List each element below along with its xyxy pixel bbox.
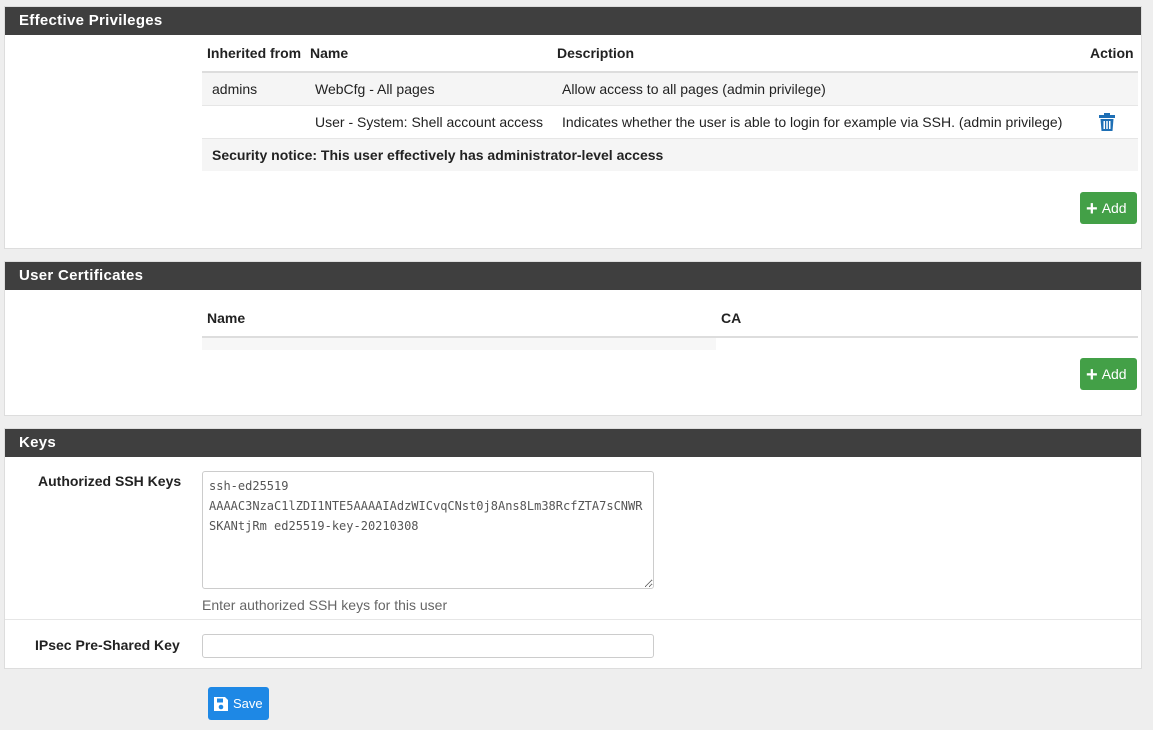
empty-cell [716,337,1138,350]
row-action [1085,71,1138,106]
certificates-table: Name CA [202,300,1138,350]
col-name: Name [202,300,716,338]
row-inherited-from [202,105,305,139]
ssh-keys-label: Authorized SSH Keys [38,473,182,489]
row-description: Allow access to all pages (admin privile… [552,71,1085,106]
keys-panel: Keys Authorized SSH Keys ssh-ed25519 AAA… [4,428,1142,669]
add-certificate-button[interactable]: + Add [1080,358,1137,390]
plus-icon: + [1086,198,1098,220]
user-certificates-title: User Certificates [5,262,1141,290]
table-row: admins WebCfg - All pages Allow access t… [202,71,1138,106]
ssh-keys-textarea[interactable]: ssh-ed25519 AAAAC3NzaC1lZDI1NTE5AAAAIAdz… [202,471,654,589]
ipsec-psk-label: IPsec Pre-Shared Key [35,637,180,653]
floppy-disk-icon [214,697,228,711]
save-button[interactable]: Save [208,687,269,720]
divider [5,619,1141,620]
col-ca: CA [716,300,1138,338]
row-inherited-from: admins [202,71,305,106]
col-name: Name [305,35,552,73]
add-label: Add [1101,200,1127,216]
col-inherited-from: Inherited from [202,35,305,73]
row-action [1085,105,1138,139]
col-description: Description [552,35,1085,73]
plus-icon: + [1086,364,1098,386]
empty-cell [202,337,716,350]
keys-title: Keys [5,429,1141,457]
ssh-keys-help: Enter authorized SSH keys for this user [202,597,448,613]
row-name: User - System: Shell account access [305,105,552,139]
add-label: Add [1101,366,1127,382]
effective-privileges-title: Effective Privileges [5,7,1141,35]
user-certificates-panel: User Certificates Name CA + Add [4,261,1142,416]
save-label: Save [233,696,263,711]
ipsec-psk-input[interactable] [202,634,654,658]
privileges-table: Inherited from Name Description Action a… [202,35,1138,171]
row-description: Indicates whether the user is able to lo… [552,105,1085,139]
effective-privileges-panel: Effective Privileges Inherited from Name… [4,6,1142,249]
row-name: WebCfg - All pages [305,71,552,106]
empty-row [202,337,1138,350]
trash-icon[interactable] [1099,113,1115,132]
table-row: User - System: Shell account access Indi… [202,105,1138,139]
col-action: Action [1085,35,1138,73]
add-privilege-button[interactable]: + Add [1080,192,1137,224]
security-notice-row: Security notice: This user effectively h… [202,138,1138,171]
security-notice: Security notice: This user effectively h… [202,138,1138,171]
